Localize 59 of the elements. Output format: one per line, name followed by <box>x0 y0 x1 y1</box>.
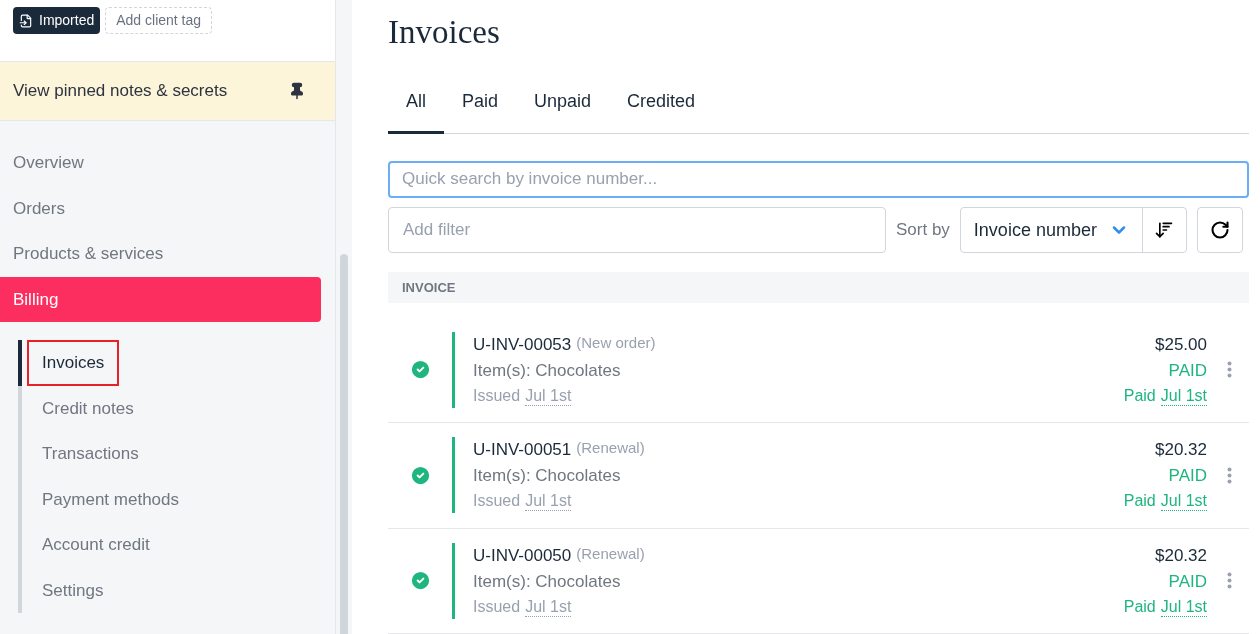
add-tag-button[interactable]: Add client tag <box>105 7 213 34</box>
sidebar-item[interactable]: Orders <box>0 185 321 231</box>
more-options-button[interactable] <box>1227 361 1232 379</box>
filter-tab[interactable]: Paid <box>444 85 517 134</box>
invoice-amount: $20.32 <box>1155 544 1207 567</box>
invoice-type: (Renewal) <box>576 438 645 459</box>
invoice-number[interactable]: U-INV-00053 <box>473 331 572 358</box>
invoice-items: Item(s): Chocolates <box>473 570 622 593</box>
pinned-notes-button[interactable]: View pinned notes & secrets <box>0 62 335 121</box>
file-import-icon <box>19 13 33 28</box>
sidebar-subitem[interactable]: Credit notes <box>18 385 335 431</box>
sidebar-subitem[interactable]: Account credit <box>18 522 335 568</box>
sort-label: Sort by <box>896 219 950 242</box>
paid-date: Jul 1st <box>1160 386 1207 406</box>
refresh-button[interactable] <box>1196 207 1243 254</box>
invoice-number[interactable]: U-INV-00050 <box>473 542 572 569</box>
scrollbar-thumb[interactable] <box>340 254 348 634</box>
refresh-icon <box>1209 220 1230 241</box>
filter-field[interactable]: Add filter <box>388 207 886 254</box>
invoice-number[interactable]: U-INV-00051 <box>473 437 572 463</box>
more-icon <box>1227 361 1232 379</box>
more-icon <box>1227 466 1232 484</box>
paid-label: Paid <box>1123 385 1156 406</box>
sidebar-subitem[interactable]: Transactions <box>18 431 335 477</box>
status-label: PAID <box>1168 465 1207 488</box>
invoice-items: Item(s): Chocolates <box>473 359 622 382</box>
issued-date: Jul 1st <box>525 386 572 406</box>
paid-label: Paid <box>1123 596 1156 617</box>
issued-date: Jul 1st <box>525 597 572 617</box>
issued-label: Issued <box>473 385 521 406</box>
sidebar-item[interactable]: Overview <box>0 140 321 186</box>
search-field[interactable]: Quick search by invoice number... <box>388 160 1249 199</box>
paid-date: Jul 1st <box>1160 492 1207 512</box>
paid-label: Paid <box>1123 491 1156 512</box>
sidebar-subitem[interactable]: Payment methods <box>18 476 335 522</box>
invoice-items: Item(s): Chocolates <box>473 465 622 488</box>
issued-label: Issued <box>473 596 521 617</box>
filter-tab[interactable]: All <box>388 85 444 134</box>
more-options-button[interactable] <box>1227 466 1232 484</box>
issued-label: Issued <box>473 491 521 512</box>
issued-date: Jul 1st <box>525 492 572 512</box>
sidebar-item[interactable]: Products & services <box>0 231 321 277</box>
filter-tab[interactable]: Unpaid <box>516 85 610 134</box>
sidebar-subitem[interactable]: Settings <box>18 567 335 613</box>
status-label: PAID <box>1168 359 1207 382</box>
status-label: PAID <box>1168 570 1207 593</box>
column-heading: INVOICE <box>402 278 456 297</box>
sidebar-item[interactable]: Billing <box>0 276 321 322</box>
paid-date: Jul 1st <box>1160 597 1207 617</box>
filter-tab[interactable]: Credited <box>609 85 714 134</box>
page-title: Invoices <box>388 13 501 52</box>
invoice-type: (Renewal) <box>576 543 645 564</box>
pin-icon <box>288 82 306 100</box>
more-icon <box>1227 572 1232 590</box>
imported-tag: Imported <box>13 7 101 34</box>
more-options-button[interactable] <box>1227 572 1232 590</box>
invoice-amount: $25.00 <box>1155 333 1207 356</box>
invoice-amount: $20.32 <box>1155 439 1207 462</box>
invoice-type: (New order) <box>576 332 656 353</box>
